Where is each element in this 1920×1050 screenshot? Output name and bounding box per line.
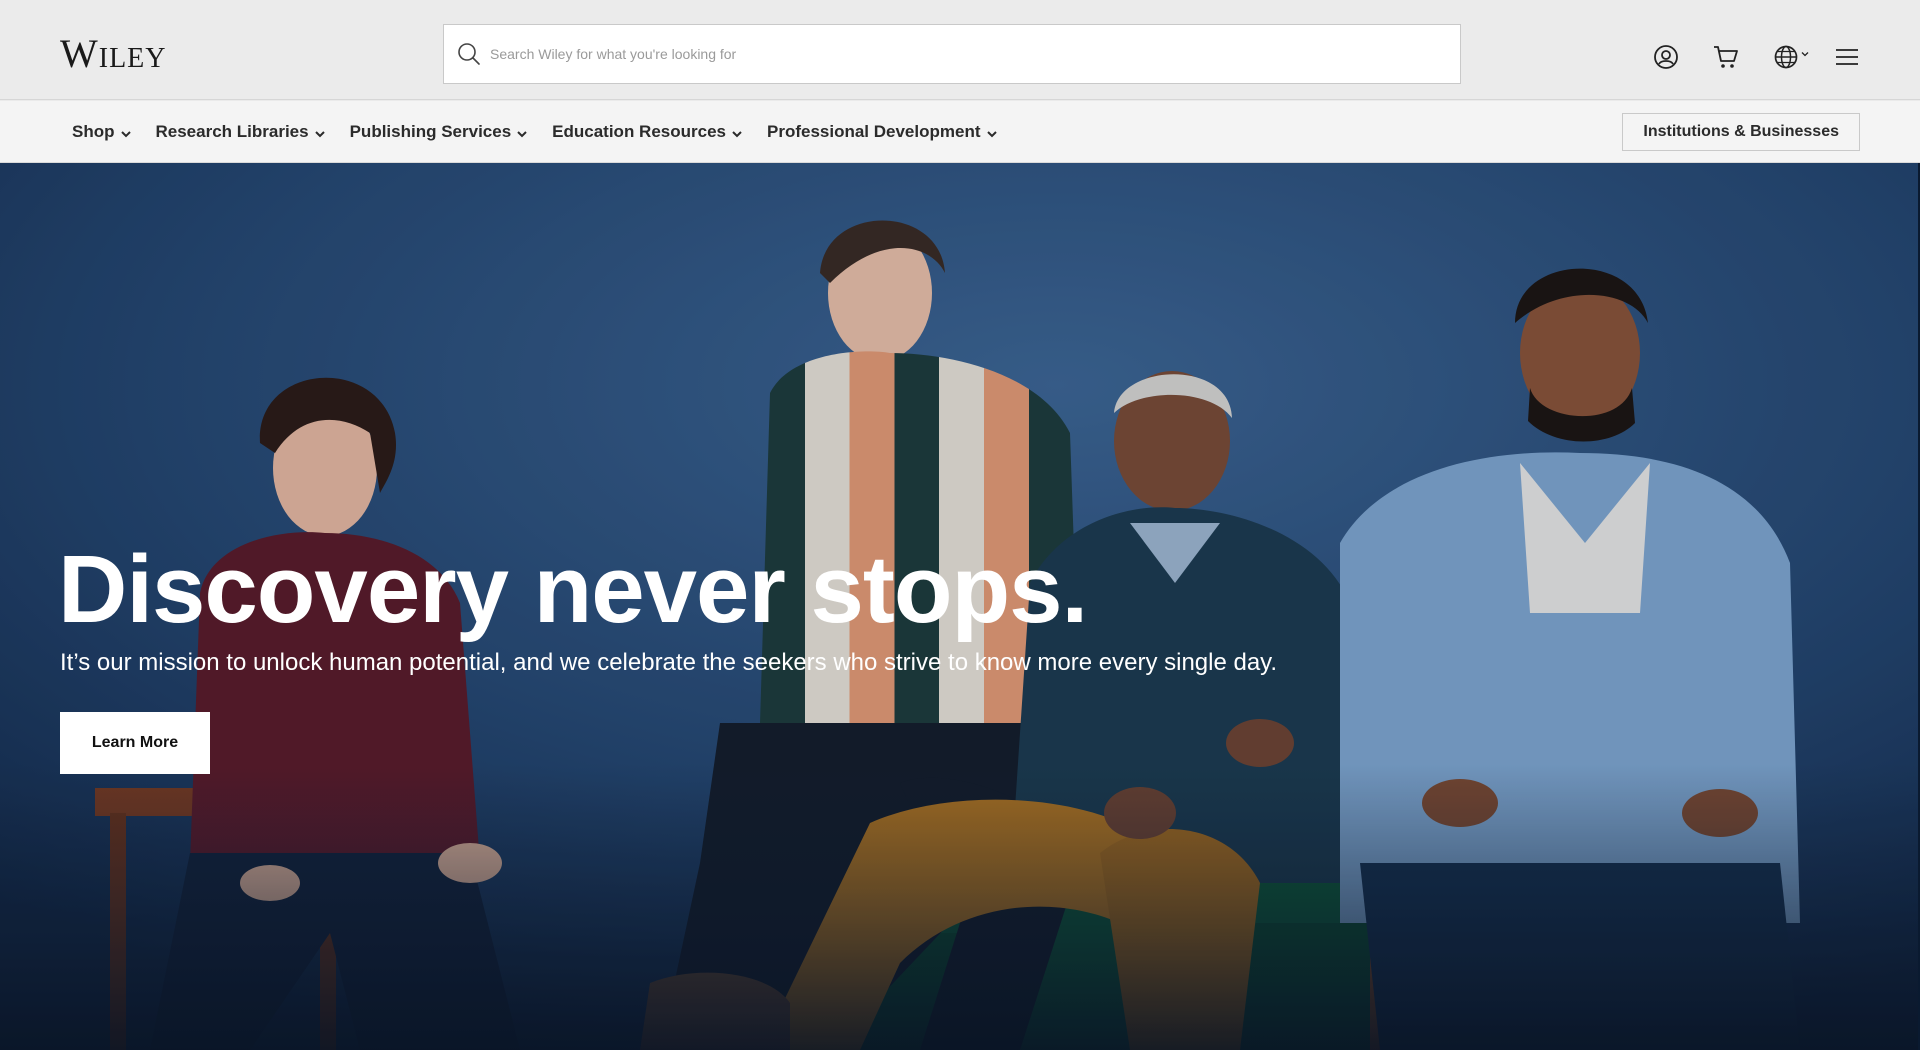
nav-item-research-libraries[interactable]: Research Libraries: [156, 122, 326, 142]
nav-item-label: Professional Development: [766, 122, 981, 141]
search-icon[interactable]: [456, 41, 482, 67]
menu-icon: [1836, 49, 1858, 65]
learn-more-button[interactable]: Learn More: [60, 712, 210, 774]
nav-item-education-resources[interactable]: Education Resources: [552, 122, 743, 142]
cart-button[interactable]: [1710, 40, 1742, 74]
hero-title: Discovery never stops.: [58, 536, 1088, 643]
nav-item-publishing-services[interactable]: Publishing Services: [350, 122, 529, 142]
main-nav: Shop Research Libraries Publishing Servi…: [0, 101, 1920, 163]
top-header: Wiley: [0, 0, 1920, 100]
chevron-down-icon: [1801, 52, 1809, 57]
chevron-down-icon: [986, 130, 997, 137]
nav-item-shop[interactable]: Shop: [72, 122, 132, 142]
search-input[interactable]: [490, 25, 1460, 83]
globe-icon: [1774, 45, 1798, 69]
language-selector[interactable]: [1772, 40, 1810, 74]
chevron-down-icon: [314, 130, 325, 137]
cart-icon: [1714, 46, 1738, 68]
nav-item-label: Research Libraries: [155, 122, 309, 141]
nav-item-label: Shop: [72, 122, 115, 141]
search-bar: [443, 24, 1461, 84]
chevron-down-icon: [120, 130, 131, 137]
logo-text: Wiley: [60, 31, 167, 76]
menu-button[interactable]: [1832, 40, 1862, 74]
chevron-down-icon: [517, 130, 527, 137]
account-button[interactable]: [1650, 40, 1682, 74]
nav-item-label: Education Resources: [552, 122, 726, 141]
hero-subtitle: It’s our mission to unlock human potenti…: [60, 649, 1278, 676]
hero-banner: Discovery never stops. It’s our mission …: [0, 163, 1920, 1050]
page: Wiley Search Wiley for what you're looki…: [0, 0, 1920, 1050]
wiley-logo[interactable]: Wiley: [60, 32, 167, 76]
account-icon: [1654, 45, 1678, 69]
nav-items: Shop Research Libraries Publishing Servi…: [72, 101, 1022, 163]
nav-item-label: Publishing Services: [349, 122, 512, 141]
chevron-down-icon: [732, 130, 742, 137]
institutions-businesses-button[interactable]: Institutions & Businesses: [1622, 113, 1860, 151]
nav-item-professional-development[interactable]: Professional Development: [767, 122, 998, 142]
